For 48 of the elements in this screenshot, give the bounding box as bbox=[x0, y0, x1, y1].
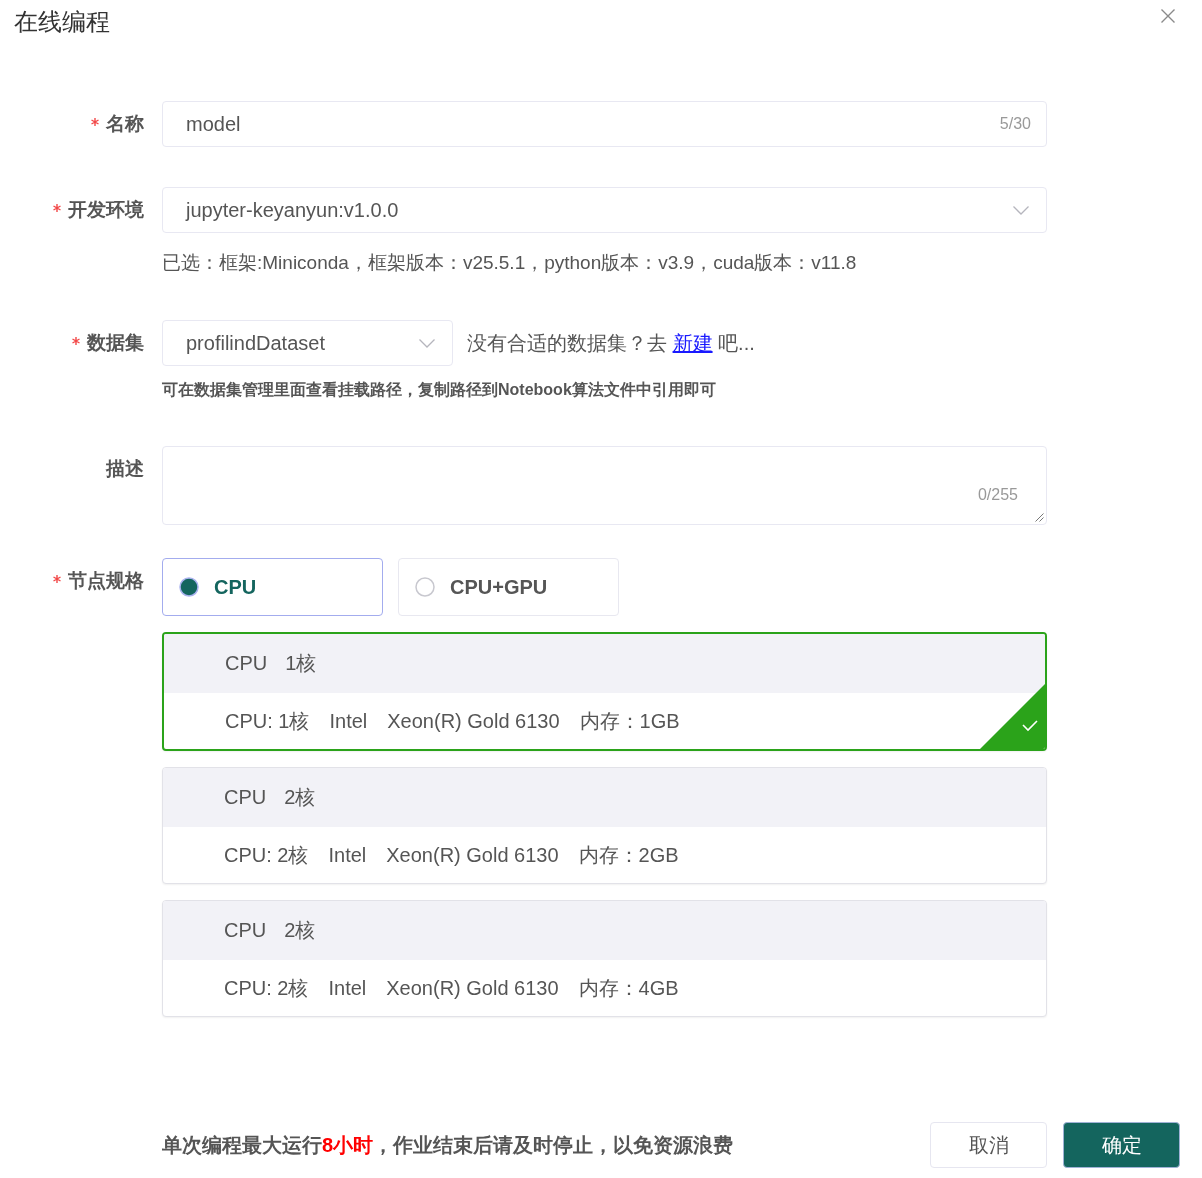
spec-title: 2核 bbox=[284, 785, 316, 810]
spec-detail: CPU: 2核 bbox=[224, 842, 309, 868]
cancel-button[interactable]: 取消 bbox=[930, 1122, 1047, 1168]
close-icon[interactable] bbox=[1161, 9, 1175, 23]
field-label: 名称 bbox=[106, 112, 144, 136]
field-label: 描述 bbox=[106, 457, 144, 481]
dataset-prompt: 没有合适的数据集？去 新建 吧... bbox=[467, 330, 755, 356]
spec-detail: Intel bbox=[329, 709, 368, 733]
new-dataset-link[interactable]: 新建 bbox=[672, 331, 713, 354]
dialog-title: 在线编程 bbox=[14, 7, 110, 37]
field-label: 开发环境 bbox=[68, 198, 144, 222]
field-label: 节点规格 bbox=[68, 569, 144, 593]
spec-card[interactable]: CPU 1核 CPU: 1核 Intel Xeon(R) Gold 6130 内存：1GB bbox=[162, 632, 1047, 751]
environment-select[interactable]: jupyter-keyanyun:v1.0.0 bbox=[162, 187, 1047, 233]
spec-detail: 内存：1GB bbox=[579, 708, 680, 734]
spec-title: 1核 bbox=[285, 651, 317, 676]
name-input[interactable]: model 5/30 bbox=[162, 101, 1047, 147]
dataset-hint: 可在数据集管理里面查看挂载路径，复制路径到Notebook算法文件中引用即可 bbox=[162, 380, 717, 400]
spec-title: CPU bbox=[224, 919, 267, 942]
resize-handle-icon[interactable] bbox=[1035, 513, 1044, 522]
runtime-notice: 单次编程最大运行8小时，作业结束后请及时停止，以免资源浪费 bbox=[162, 1132, 735, 1158]
spec-card[interactable]: CPU 2核 CPU: 2核 Intel Xeon(R) Gold 6130 内存：2GB bbox=[162, 767, 1047, 884]
chevron-down-icon bbox=[1013, 205, 1029, 215]
spec-detail: CPU: 2核 bbox=[224, 975, 309, 1001]
spec-detail: Xeon(R) Gold 6130 bbox=[386, 843, 559, 867]
node-type-option[interactable]: CPU+GPU bbox=[398, 558, 619, 616]
spec-title: CPU bbox=[225, 652, 268, 675]
dataset-select[interactable]: profilindDataset bbox=[162, 320, 453, 366]
spec-detail: Xeon(R) Gold 6130 bbox=[386, 976, 559, 1000]
spec-title: CPU bbox=[224, 786, 267, 809]
spec-detail: Intel bbox=[328, 976, 367, 1000]
spec-detail: CPU: 1核 bbox=[225, 708, 310, 734]
character-counter: 5/30 bbox=[999, 115, 1031, 133]
field-label: 数据集 bbox=[87, 331, 144, 355]
character-counter: 0/255 bbox=[977, 486, 1018, 504]
environment-summary: 已选：框架:Miniconda，框架版本：v25.5.1，python版本：v3.9，cuda版本：v11.8 bbox=[162, 251, 858, 275]
node-type-option[interactable]: CPU bbox=[162, 558, 383, 616]
spec-card[interactable]: CPU 2核 CPU: 2核 Intel Xeon(R) Gold 6130 内存：4GB bbox=[162, 900, 1047, 1017]
confirm-button[interactable]: 确定 bbox=[1063, 1122, 1180, 1168]
spec-detail: Xeon(R) Gold 6130 bbox=[387, 709, 560, 733]
radio-icon bbox=[179, 577, 199, 597]
spec-detail: 内存：4GB bbox=[578, 975, 679, 1001]
spec-title: 2核 bbox=[284, 918, 316, 943]
radio-icon bbox=[415, 577, 435, 597]
selected-check-icon bbox=[980, 684, 1045, 749]
spec-detail: 内存：2GB bbox=[578, 842, 679, 868]
spec-detail: Intel bbox=[328, 843, 367, 867]
chevron-down-icon bbox=[419, 338, 435, 348]
